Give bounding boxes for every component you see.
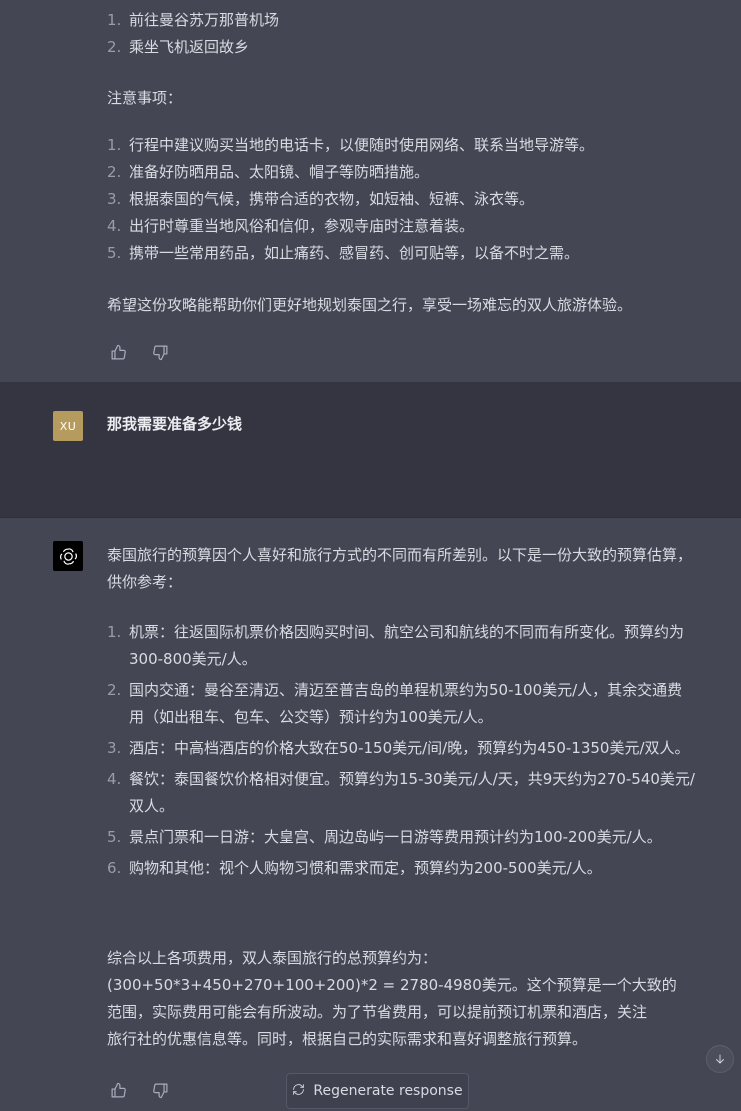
refresh-icon <box>292 1083 305 1100</box>
regenerate-button[interactable]: Regenerate response <box>286 1073 469 1109</box>
thumbs-down-icon[interactable] <box>150 342 170 362</box>
chat-page: 1. 前往曼谷苏万那普机场 2. 乘坐飞机返回故乡 注意事项： 1. 行程中建议… <box>0 0 741 1111</box>
list-item: 2. 国内交通：曼谷至清迈、清迈至普吉岛的单程机票约为50-100美元/人，其余… <box>107 677 697 731</box>
regenerate-label: Regenerate response <box>313 1083 463 1099</box>
feedback-controls <box>108 1080 170 1100</box>
list-number: 4. <box>107 770 122 788</box>
list-text: 国内交通：曼谷至清迈、清迈至普吉岛的单程机票约为50-100美元/人，其余交通费… <box>129 681 683 726</box>
list-text: 餐饮：泰国餐饮价格相对便宜。预算约为15-30美元/人/天，共9天约为270-5… <box>129 770 695 815</box>
user-message <box>0 382 741 518</box>
feedback-controls <box>108 342 170 362</box>
summary-line: 范围，实际费用可能会有所波动。为了节省费用，可以提前预订机票和酒店，关注 <box>107 1003 648 1021</box>
list-number: 2. <box>107 38 122 56</box>
list-number: 1. <box>107 623 122 641</box>
list-text: 准备好防晒用品、太阳镜、帽子等防晒措施。 <box>129 163 430 181</box>
list-item: 4. 餐饮：泰国餐饮价格相对便宜。预算约为15-30美元/人/天，共9天约为27… <box>107 766 697 820</box>
list-item: 4. 出行时尊重当地风俗和信仰，参观寺庙时注意着装。 <box>107 213 697 240</box>
closing-text: 希望这份攻略能帮助你们更好地规划泰国之行，享受一场难忘的双人旅游体验。 <box>107 296 633 314</box>
list-text: 行程中建议购买当地的电话卡，以便随时使用网络、联系当地导游等。 <box>129 136 595 154</box>
list-text: 出行时尊重当地风俗和信仰，参观寺庙时注意着装。 <box>129 217 475 235</box>
scroll-to-bottom-button[interactable] <box>706 1045 734 1073</box>
list-item: 1. 行程中建议购买当地的电话卡，以便随时使用网络、联系当地导游等。 <box>107 132 697 159</box>
budget-list: 1. 机票：往返国际机票价格因购买时间、航空公司和航线的不同而有所变化。预算约为… <box>107 619 697 882</box>
thumbs-down-icon[interactable] <box>150 1080 170 1100</box>
list-number: 2. <box>107 681 122 699</box>
list-text: 根据泰国的气候，携带合适的衣物，如短袖、短裤、泳衣等。 <box>129 190 535 208</box>
list-number: 1. <box>107 136 122 154</box>
thumbs-up-icon[interactable] <box>108 1080 128 1100</box>
list-number: 2. <box>107 163 122 181</box>
thumbs-up-icon[interactable] <box>108 342 128 362</box>
list-text: 机票：往返国际机票价格因购买时间、航空公司和航线的不同而有所变化。预算约为300… <box>129 623 685 668</box>
notes-list: 1. 行程中建议购买当地的电话卡，以便随时使用网络、联系当地导游等。 2. 准备… <box>107 132 697 267</box>
summary-line: (300+50*3+450+270+100+200)*2 = 2780-4980… <box>107 976 677 994</box>
user-avatar: XU <box>53 411 83 441</box>
list-item: 2. 准备好防晒用品、太阳镜、帽子等防晒措施。 <box>107 159 697 186</box>
openai-logo-icon <box>53 541 83 571</box>
arrow-down-icon <box>714 1053 726 1065</box>
list-item: 3. 根据泰国的气候，携带合适的衣物，如短袖、短裤、泳衣等。 <box>107 186 697 213</box>
list-text: 携带一些常用药品，如止痛药、感冒药、创可贴等，以备不时之需。 <box>129 244 580 262</box>
list-text: 酒店：中高档酒店的价格大致在50-150美元/间/晚，预算约为450-1350美… <box>129 739 690 757</box>
list-text: 购物和其他：视个人购物习惯和需求而定，预算约为200-500美元/人。 <box>129 859 602 877</box>
list-number: 5. <box>107 244 122 262</box>
list-number: 3. <box>107 190 122 208</box>
list-text: 乘坐飞机返回故乡 <box>129 38 250 56</box>
list-number: 4. <box>107 217 122 235</box>
list-number: 6. <box>107 859 122 877</box>
notes-title: 注意事项： <box>107 89 183 107</box>
answer-intro: 泰国旅行的预算因个人喜好和旅行方式的不同而有所差别。以下是一份大致的预算估算，供… <box>107 546 693 591</box>
list-number: 3. <box>107 739 122 757</box>
list-item: 5. 景点门票和一日游：大皇宫、周边岛屿一日游等费用预计约为100-200美元/… <box>107 824 697 851</box>
list-item: 1. 机票：往返国际机票价格因购买时间、航空公司和航线的不同而有所变化。预算约为… <box>107 619 697 673</box>
list-item: 1. 前往曼谷苏万那普机场 <box>107 7 697 34</box>
list-item: 3. 酒店：中高档酒店的价格大致在50-150美元/间/晚，预算约为450-13… <box>107 735 697 762</box>
list-item: 2. 乘坐飞机返回故乡 <box>107 34 697 61</box>
list-text: 前往曼谷苏万那普机场 <box>129 11 280 29</box>
list-item: 5. 携带一些常用药品，如止痛药、感冒药、创可贴等，以备不时之需。 <box>107 240 697 267</box>
user-message-text: 那我需要准备多少钱 <box>107 415 243 433</box>
summary-line: 旅行社的优惠信息等。同时，根据自己的实际需求和喜好调整旅行预算。 <box>107 1030 588 1048</box>
list-text: 景点门票和一日游：大皇宫、周边岛屿一日游等费用预计约为100-200美元/人。 <box>129 828 662 846</box>
list-number: 1. <box>107 11 122 29</box>
budget-summary: 综合以上各项费用，双人泰国旅行的总预算约为： (300+50*3+450+270… <box>107 945 707 1053</box>
trip-steps-list: 1. 前往曼谷苏万那普机场 2. 乘坐飞机返回故乡 <box>107 7 697 61</box>
list-item: 6. 购物和其他：视个人购物习惯和需求而定，预算约为200-500美元/人。 <box>107 855 697 882</box>
summary-line: 综合以上各项费用，双人泰国旅行的总预算约为： <box>107 949 438 967</box>
list-number: 5. <box>107 828 122 846</box>
